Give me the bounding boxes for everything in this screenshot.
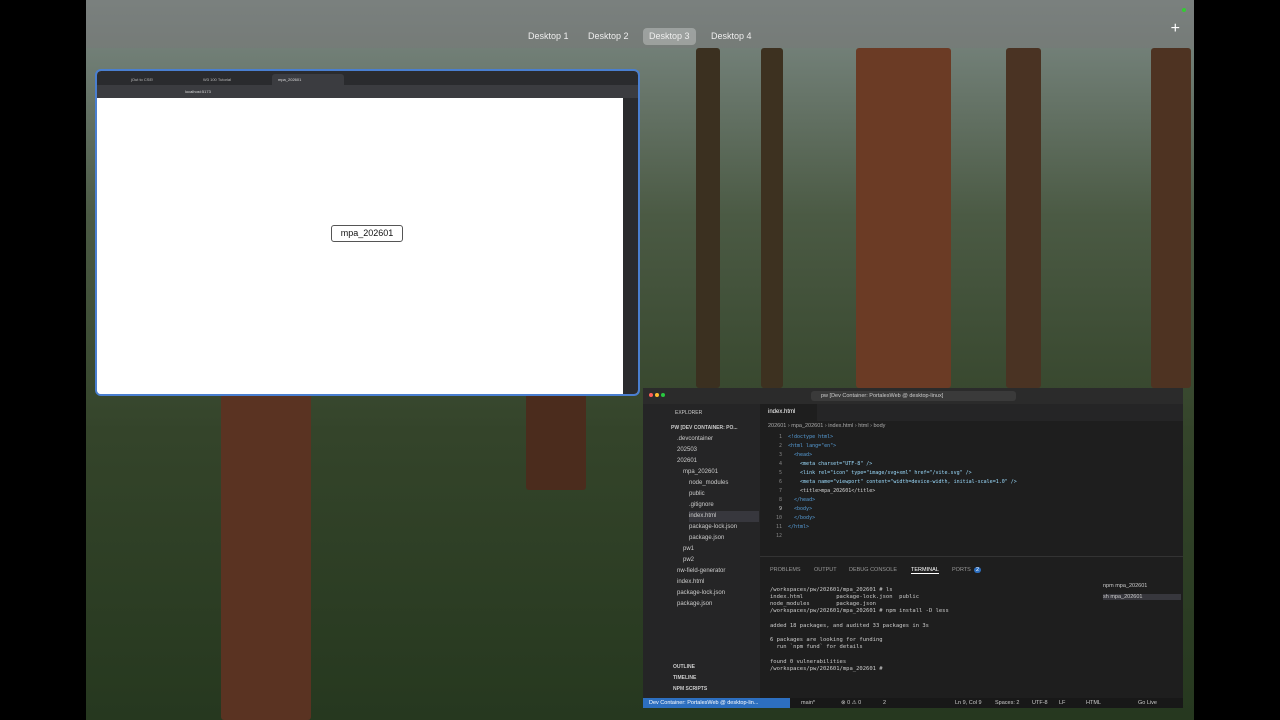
tree-item[interactable]: index.html <box>677 577 704 588</box>
ports-count-badge: 2 <box>974 567 982 573</box>
terminal-instance[interactable]: npm mpa_202601 <box>1103 583 1147 589</box>
tree-trunk <box>696 48 720 388</box>
code-line: <meta name="viewport" content="width=dev… <box>788 479 1017 485</box>
code-line: </body> <box>788 515 816 521</box>
terminal-line: /workspaces/pw/202601/mpa_202601 # ls <box>770 587 893 593</box>
code-line: <title>mpa_202601</title> <box>788 488 876 494</box>
editor[interactable]: index.html 202601 › mpa_202601 › index.h… <box>760 404 1183 556</box>
tree-item[interactable]: node_modules <box>689 478 728 489</box>
terminal-line: found 0 vulnerabilities <box>770 659 847 665</box>
tree-item[interactable]: 202601 <box>677 456 697 467</box>
browser-tab[interactable]: W3 100 Tutorial <box>197 74 265 85</box>
tree-item[interactable]: package-lock.json <box>689 522 737 533</box>
ports-count[interactable]: 2 <box>883 698 886 708</box>
desktop-1-tab[interactable]: Desktop 1 <box>522 28 575 45</box>
activity-bar <box>643 404 667 698</box>
tree-trunk <box>1151 48 1191 388</box>
editor-tab[interactable]: index.html <box>760 404 817 421</box>
bottom-panel: PROBLEMS OUTPUT DEBUG CONSOLE TERMINAL P… <box>760 556 1183 698</box>
tree-item[interactable]: nw-field-generator <box>677 566 725 577</box>
git-branch[interactable]: main* <box>801 698 815 708</box>
browser-page: mpa_202601 <box>97 98 623 394</box>
status-bar: Dev Container: PortalesWeb @ desktop-lin… <box>643 698 1183 708</box>
terminal-line: 6 packages are looking for funding <box>770 637 883 643</box>
terminal-line: node_modules package.json <box>770 601 876 607</box>
browser-window[interactable]: jOut to CSE! W3 100 Tutorial mpa_202601 … <box>95 69 640 396</box>
tree-item[interactable]: package.json <box>677 599 712 610</box>
terminal-instance-selected[interactable]: sh mpa_202601 <box>1103 594 1181 600</box>
debug-console-tab[interactable]: DEBUG CONSOLE <box>849 567 897 573</box>
browser-tab-active[interactable]: mpa_202601 <box>272 74 344 85</box>
terminal-line: /workspaces/pw/202601/mpa_202601 # npm i… <box>770 608 949 614</box>
tree-item[interactable]: package-lock.json <box>677 588 725 599</box>
tree-trunk <box>221 390 311 720</box>
eol[interactable]: LF <box>1059 698 1065 708</box>
code-line: <link rel="icon" type="image/svg+xml" hr… <box>788 470 972 476</box>
problems-tab[interactable]: PROBLEMS <box>770 567 801 573</box>
desktop-3-tab[interactable]: Desktop 3 <box>643 28 696 45</box>
tree-item[interactable]: mpa_202601 <box>683 467 718 478</box>
plus-icon[interactable]: + <box>1171 20 1180 38</box>
vscode-titlebar: pw [Dev Container: PortalesWeb @ desktop… <box>643 388 1183 404</box>
tree-item[interactable]: 202503 <box>677 445 697 456</box>
tree-trunk <box>526 390 586 490</box>
tree-item-selected[interactable]: index.html <box>689 511 759 522</box>
tree-trunk <box>1006 48 1041 388</box>
terminal-line: index.html package-lock.json public <box>770 594 920 600</box>
workspace-root[interactable]: PW [DEV CONTAINER: PO... <box>671 423 738 434</box>
tree-item[interactable]: .gitignore <box>689 500 714 511</box>
explorer-title: EXPLORER <box>675 410 703 416</box>
breadcrumb: 202601 › mpa_202601 › index.html › html … <box>768 423 886 429</box>
code-line: <!doctype html> <box>788 434 834 440</box>
desktop-background: Desktop 1 Desktop 2 Desktop 3 Desktop 4 … <box>86 0 1194 720</box>
url-bar[interactable]: localhost:5173 <box>185 87 455 96</box>
code-line: <html lang="en"> <box>788 443 837 449</box>
tree-item[interactable]: public <box>689 489 705 500</box>
tree-trunk <box>761 48 783 388</box>
desktop-2-tab[interactable]: Desktop 2 <box>582 28 635 45</box>
browser-tab-bar: jOut to CSE! W3 100 Tutorial mpa_202601 <box>97 71 638 85</box>
terminal-line: added 18 packages, and audited 33 packag… <box>770 623 929 629</box>
command-search[interactable]: pw [Dev Container: PortalesWeb @ desktop… <box>811 391 1016 401</box>
maximize-icon[interactable] <box>661 393 665 397</box>
close-icon[interactable] <box>649 393 653 397</box>
terminal-tab[interactable]: TERMINAL <box>911 567 939 574</box>
browser-toolbar: localhost:5173 <box>97 85 638 98</box>
problems-count[interactable]: ⊗ 0 ⚠ 0 <box>841 698 861 708</box>
language-mode[interactable]: HTML <box>1086 698 1101 708</box>
indentation[interactable]: Spaces: 2 <box>995 698 1019 708</box>
editor-tabs: index.html <box>760 404 1183 421</box>
terminal-line: run `npm fund` for details <box>770 644 863 650</box>
code-line: </head> <box>788 497 816 503</box>
remote-indicator[interactable]: Dev Container: PortalesWeb @ desktop-lin… <box>643 698 790 708</box>
npm-scripts-section[interactable]: NPM SCRIPTS <box>673 684 707 695</box>
minimize-icon[interactable] <box>655 393 659 397</box>
code-line: <meta charset="UTF-8" /> <box>788 461 873 467</box>
code-line: <head> <box>788 452 813 458</box>
mission-control-bar: Desktop 1 Desktop 2 Desktop 3 Desktop 4 … <box>86 0 1194 48</box>
page-button[interactable]: mpa_202601 <box>331 225 403 242</box>
explorer-panel: EXPLORER PW [DEV CONTAINER: PO... .devco… <box>667 404 760 698</box>
code-line: <body> <box>788 506 813 512</box>
code-line: </html> <box>788 524 810 530</box>
cursor-position[interactable]: Ln 9, Col 9 <box>955 698 982 708</box>
tree-item[interactable]: pw2 <box>683 555 694 566</box>
output-tab[interactable]: OUTPUT <box>814 567 837 573</box>
status-dot <box>1182 8 1186 12</box>
ports-tab[interactable]: PORTS <box>952 567 971 573</box>
outline-section[interactable]: OUTLINE <box>673 662 695 673</box>
terminal-prompt[interactable]: /workspaces/pw/202601/mpa_202601 # <box>770 666 886 673</box>
browser-tab[interactable]: jOut to CSE! <box>125 74 193 85</box>
browser-sidebar <box>623 98 638 394</box>
tree-item[interactable]: .devcontainer <box>677 434 713 445</box>
tree-trunk <box>856 48 951 388</box>
encoding[interactable]: UTF-8 <box>1032 698 1048 708</box>
timeline-section[interactable]: TIMELINE <box>673 673 696 684</box>
desktop-4-tab[interactable]: Desktop 4 <box>705 28 758 45</box>
go-live-button[interactable]: Go Live <box>1138 698 1157 708</box>
tree-item[interactable]: package.json <box>689 533 724 544</box>
tree-item[interactable]: pw1 <box>683 544 694 555</box>
vscode-window[interactable]: pw [Dev Container: PortalesWeb @ desktop… <box>643 388 1183 708</box>
